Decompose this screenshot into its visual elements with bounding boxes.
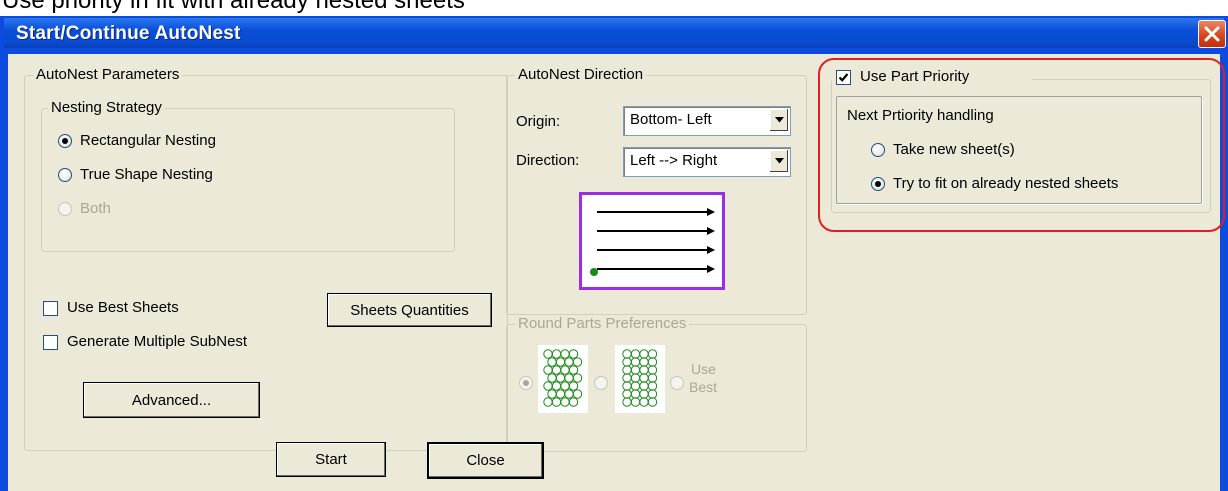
use-best-label-line2: Best bbox=[689, 379, 718, 395]
chevron-down-icon bbox=[775, 158, 784, 164]
autonest-parameters-title: AutoNest Parameters bbox=[33, 66, 183, 83]
use-best-radio bbox=[670, 376, 684, 390]
dialog-window: Start/Continue AutoNest AutoNest Paramet… bbox=[0, 16, 1228, 491]
use-best-label-line1: Use bbox=[691, 361, 716, 377]
use-best-sheets-label: Use Best Sheets bbox=[67, 299, 179, 316]
autonest-direction-group: AutoNest Direction Origin: Bottom- Left … bbox=[506, 66, 807, 315]
round-parts-preferences-group: Round Parts Preferences Use Best bbox=[506, 315, 807, 452]
round-pattern-a-preview bbox=[538, 345, 588, 413]
origin-dot bbox=[590, 268, 598, 276]
both-label: Both bbox=[80, 200, 111, 217]
direction-select-value: Left --> Right bbox=[630, 152, 718, 169]
dialog-client: AutoNest Parameters Nesting Strategy Rec… bbox=[8, 54, 1225, 491]
direction-label: Direction: bbox=[516, 152, 580, 169]
start-button[interactable]: Start bbox=[276, 442, 386, 477]
rectangular-nesting-label: Rectangular Nesting bbox=[80, 132, 216, 149]
round-parts-preferences-title: Round Parts Preferences bbox=[515, 315, 690, 332]
round-pattern-b-preview bbox=[615, 345, 665, 413]
advanced-button[interactable]: Advanced... bbox=[83, 382, 260, 418]
autonest-direction-title: AutoNest Direction bbox=[515, 66, 647, 83]
round-pattern-b-radio bbox=[594, 376, 608, 390]
both-radio bbox=[58, 202, 72, 216]
close-button[interactable]: Close bbox=[427, 442, 544, 479]
nesting-strategy-title: Nesting Strategy bbox=[48, 99, 165, 116]
true-shape-nesting-option[interactable]: True Shape Nesting bbox=[58, 165, 358, 185]
direction-preview-frame bbox=[579, 192, 725, 290]
use-best-sheets-option[interactable]: Use Best Sheets bbox=[43, 298, 263, 318]
priority-highlight-annotation bbox=[818, 58, 1225, 232]
use-best-sheets-checkbox[interactable] bbox=[43, 301, 58, 316]
both-option: Both bbox=[58, 199, 178, 219]
window-title: Start/Continue AutoNest bbox=[16, 23, 241, 44]
true-shape-nesting-radio[interactable] bbox=[58, 168, 72, 182]
rectangular-nesting-radio[interactable] bbox=[58, 134, 72, 148]
nesting-strategy-group: Nesting Strategy Rectangular Nesting Tru… bbox=[41, 99, 455, 252]
pattern-background bbox=[538, 345, 588, 413]
direction-dropdown-button[interactable] bbox=[770, 150, 788, 172]
chevron-down-icon bbox=[775, 117, 784, 123]
round-pattern-a-radio bbox=[519, 376, 533, 390]
top-caption-text: Use priority in fit with already nested … bbox=[2, 0, 465, 14]
true-shape-nesting-label: True Shape Nesting bbox=[80, 166, 213, 183]
origin-dropdown-button[interactable] bbox=[770, 109, 788, 131]
direction-select[interactable]: Left --> Right bbox=[623, 147, 791, 177]
generate-multiple-subnest-option[interactable]: Generate Multiple SubNest bbox=[43, 332, 343, 352]
rectangular-nesting-option[interactable]: Rectangular Nesting bbox=[58, 131, 358, 151]
origin-select-value: Bottom- Left bbox=[630, 111, 712, 128]
autonest-parameters-group: AutoNest Parameters Nesting Strategy Rec… bbox=[24, 66, 508, 451]
close-window-button[interactable] bbox=[1198, 20, 1226, 48]
close-icon bbox=[1204, 26, 1220, 42]
origin-select[interactable]: Bottom- Left bbox=[623, 106, 791, 136]
origin-label: Origin: bbox=[516, 113, 561, 130]
generate-multiple-subnest-label: Generate Multiple SubNest bbox=[67, 333, 248, 350]
title-bar: Start/Continue AutoNest bbox=[4, 18, 1226, 48]
generate-multiple-subnest-checkbox[interactable] bbox=[43, 335, 58, 350]
sheets-quantities-button[interactable]: Sheets Quantities bbox=[327, 293, 492, 327]
direction-preview bbox=[579, 192, 725, 290]
